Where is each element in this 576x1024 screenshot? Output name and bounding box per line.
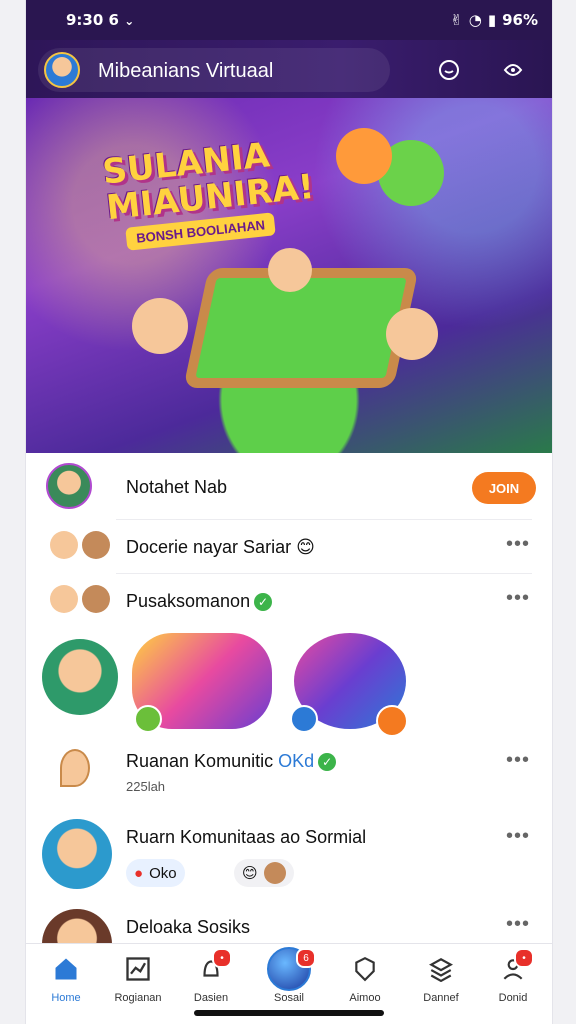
notification-badge: • (212, 948, 232, 968)
row-title: Ruanan Komunitic (126, 751, 274, 771)
list-item[interactable]: Deloaka Sosiks ••• (26, 905, 552, 979)
tab-home[interactable]: Home (31, 952, 101, 1004)
badge-icon (376, 705, 408, 737)
person-illustration (268, 248, 312, 292)
row-subtitle: 225lah (126, 779, 166, 794)
row-title: Pusaksomanon (126, 591, 251, 611)
notification-badge: • (514, 948, 534, 968)
tab-aimoo[interactable]: Aimoo (330, 952, 400, 1004)
chip[interactable]: ● Oko (126, 859, 185, 887)
more-icon[interactable]: ••• (506, 587, 530, 610)
location-icon (60, 749, 90, 787)
chart-icon (103, 952, 173, 986)
bell-icon: • (176, 948, 246, 986)
avatar (50, 585, 78, 613)
shield-icon (330, 952, 400, 986)
signal-icon: ▮ (487, 11, 497, 29)
avatar (82, 585, 110, 613)
person-illustration (386, 308, 438, 360)
more-icon[interactable]: ••• (506, 913, 530, 936)
chevron-down-icon: ⌄ (124, 14, 135, 28)
tab-label: Donid (498, 992, 528, 1004)
tab-label: Aimoo (349, 992, 381, 1004)
tab-label: Dannef (423, 992, 459, 1004)
hero-banner[interactable]: SULANIA MIAUNIRA! BONSH BOOLIAHAN (26, 98, 552, 453)
status-icons: ✌ ◔ ▮ 96% (450, 11, 538, 29)
chip[interactable]: 😊 (234, 859, 294, 887)
emoji-icon: 😊 (242, 865, 258, 882)
home-indicator[interactable] (194, 1010, 384, 1016)
status-bar: 9:30 6 ⌄ ✌ ◔ ▮ 96% (26, 0, 552, 40)
wifi-icon: ◔ (468, 11, 482, 29)
app-title: Mibeanians Virtuaal (98, 60, 274, 82)
avatar[interactable] (42, 639, 118, 715)
verified-icon: ✓ (318, 753, 337, 772)
notification-badge: 6 (296, 948, 316, 968)
tab-sosail[interactable]: 6 Sosail (254, 947, 324, 1004)
person-illustration (132, 298, 188, 354)
status-time: 9:30 6 ⌄ (66, 11, 135, 29)
badge-icon (290, 705, 318, 733)
hand-icon: ✌ (450, 11, 463, 29)
tab-label: Rogianan (114, 992, 162, 1004)
row-title: Ruarn Komunitaas ao Sormial (126, 827, 367, 847)
list-item[interactable]: Ruarn Komunitaas ao Sormial ● Oko 😊 ••• (26, 815, 552, 895)
balloon-illustration (336, 128, 392, 184)
row-tag: OKd (278, 751, 315, 771)
hero-title: SULANIA MIAUNIRA! (100, 135, 316, 229)
profile-icon: • (478, 948, 548, 986)
avatar (42, 819, 112, 889)
globe-icon: 6 (254, 947, 324, 991)
home-icon (31, 952, 101, 986)
more-icon[interactable]: ••• (506, 825, 530, 848)
verified-icon: ✓ (254, 593, 273, 612)
list-item[interactable]: Docerie nayar Sariar 😊 ••• (26, 519, 552, 573)
tab-donid[interactable]: • Donid (478, 948, 548, 1004)
layers-icon (406, 952, 476, 986)
avatar (263, 862, 286, 884)
tab-label: Dasien (193, 992, 229, 1004)
avatar (46, 463, 92, 509)
tab-label: Sosail (274, 992, 304, 1004)
avatar (82, 531, 110, 559)
tab-dasien[interactable]: • Dasien (176, 948, 246, 1004)
tab-label: Home (51, 992, 81, 1004)
tab-rogianan[interactable]: Rogianan (103, 952, 173, 1004)
list-item[interactable]: Notahet Nab JOIN (26, 453, 552, 519)
more-icon[interactable]: ••• (506, 533, 530, 556)
chip-label: Oko (149, 864, 177, 882)
app-screen: 9:30 6 ⌄ ✌ ◔ ▮ 96% Mibeanians Virtuaal S… (25, 0, 553, 1024)
pin-icon: ● (134, 864, 144, 882)
featured-avatars (26, 631, 552, 741)
app-bar: Mibeanians Virtuaal (26, 40, 552, 98)
row-title: Docerie nayar Sariar 😊 (126, 537, 315, 557)
battery-level: 96% (502, 11, 538, 29)
badge-icon (134, 705, 162, 733)
chat-icon[interactable] (436, 57, 462, 83)
join-button[interactable]: JOIN (472, 472, 536, 504)
avatar (50, 531, 78, 559)
list-item[interactable]: Ruanan Komunitic OKd ✓ 225lah ••• (26, 741, 552, 801)
row-title: Deloaka Sosiks (126, 917, 251, 937)
list-item[interactable]: Pusaksomanon ✓ ••• (26, 573, 552, 625)
tab-dannef[interactable]: Dannef (406, 952, 476, 1004)
more-icon[interactable]: ••• (506, 749, 530, 772)
row-title: Notahet Nab (126, 477, 228, 497)
user-avatar[interactable] (44, 52, 80, 88)
community-icon[interactable] (500, 57, 526, 83)
